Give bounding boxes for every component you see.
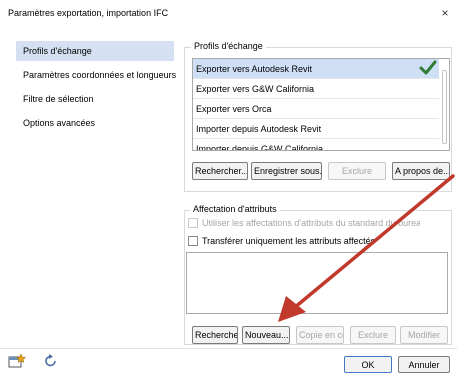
cancel-button[interactable]: Annuler <box>398 356 450 373</box>
ok-button[interactable]: OK <box>344 356 392 373</box>
attributes-exclude-button[interactable]: Exclure <box>350 326 396 344</box>
sidebar-item-coordinates[interactable]: Paramètres coordonnées et longueurs <box>16 65 176 85</box>
reset-icon[interactable] <box>44 353 58 368</box>
window-title: Paramètres exportation, importation IFC <box>8 8 169 18</box>
sidebar-item-advanced-options[interactable]: Options avancées <box>16 113 174 133</box>
checkmark-icon <box>419 60 437 75</box>
list-item[interactable]: Exporter vers Autodesk Revit <box>193 59 439 79</box>
list-item[interactable]: Exporter vers G&W California <box>193 79 439 99</box>
sidebar-item-selection-filter[interactable]: Filtre de sélection <box>16 89 174 109</box>
list-item[interactable]: Importer depuis G&W California <box>193 139 439 150</box>
sidebar-item-exchange-profiles[interactable]: Profils d'échange <box>16 41 174 61</box>
modify-button[interactable]: Modifier <box>400 326 448 344</box>
sidebar: Profils d'échange Paramètres coordonnées… <box>16 34 176 334</box>
list-item[interactable]: Exporter vers Orca <box>193 99 439 119</box>
profiles-list[interactable]: Exporter vers Autodesk Revit Exporter ve… <box>192 58 450 151</box>
annotation-arrow-icon <box>278 174 455 322</box>
transfer-only-checkbox[interactable] <box>188 236 198 246</box>
profiles-group-title: Profils d'échange <box>191 41 266 51</box>
favorites-icon[interactable] <box>8 353 26 369</box>
list-item[interactable]: Importer depuis Autodesk Revit <box>193 119 439 139</box>
close-button[interactable]: × <box>437 5 453 21</box>
attributes-group-title: Affectation d'attributs <box>190 204 280 214</box>
attributes-search-button[interactable]: Rechercher <box>192 326 238 344</box>
copy-button[interactable]: Copie en cours <box>296 326 344 344</box>
new-button[interactable]: Nouveau... <box>242 326 290 344</box>
profiles-search-button[interactable]: Rechercher... <box>192 162 248 180</box>
scrollbar-thumb[interactable] <box>442 70 447 144</box>
use-standard-checkbox[interactable] <box>188 218 198 228</box>
footer-divider <box>0 348 457 349</box>
